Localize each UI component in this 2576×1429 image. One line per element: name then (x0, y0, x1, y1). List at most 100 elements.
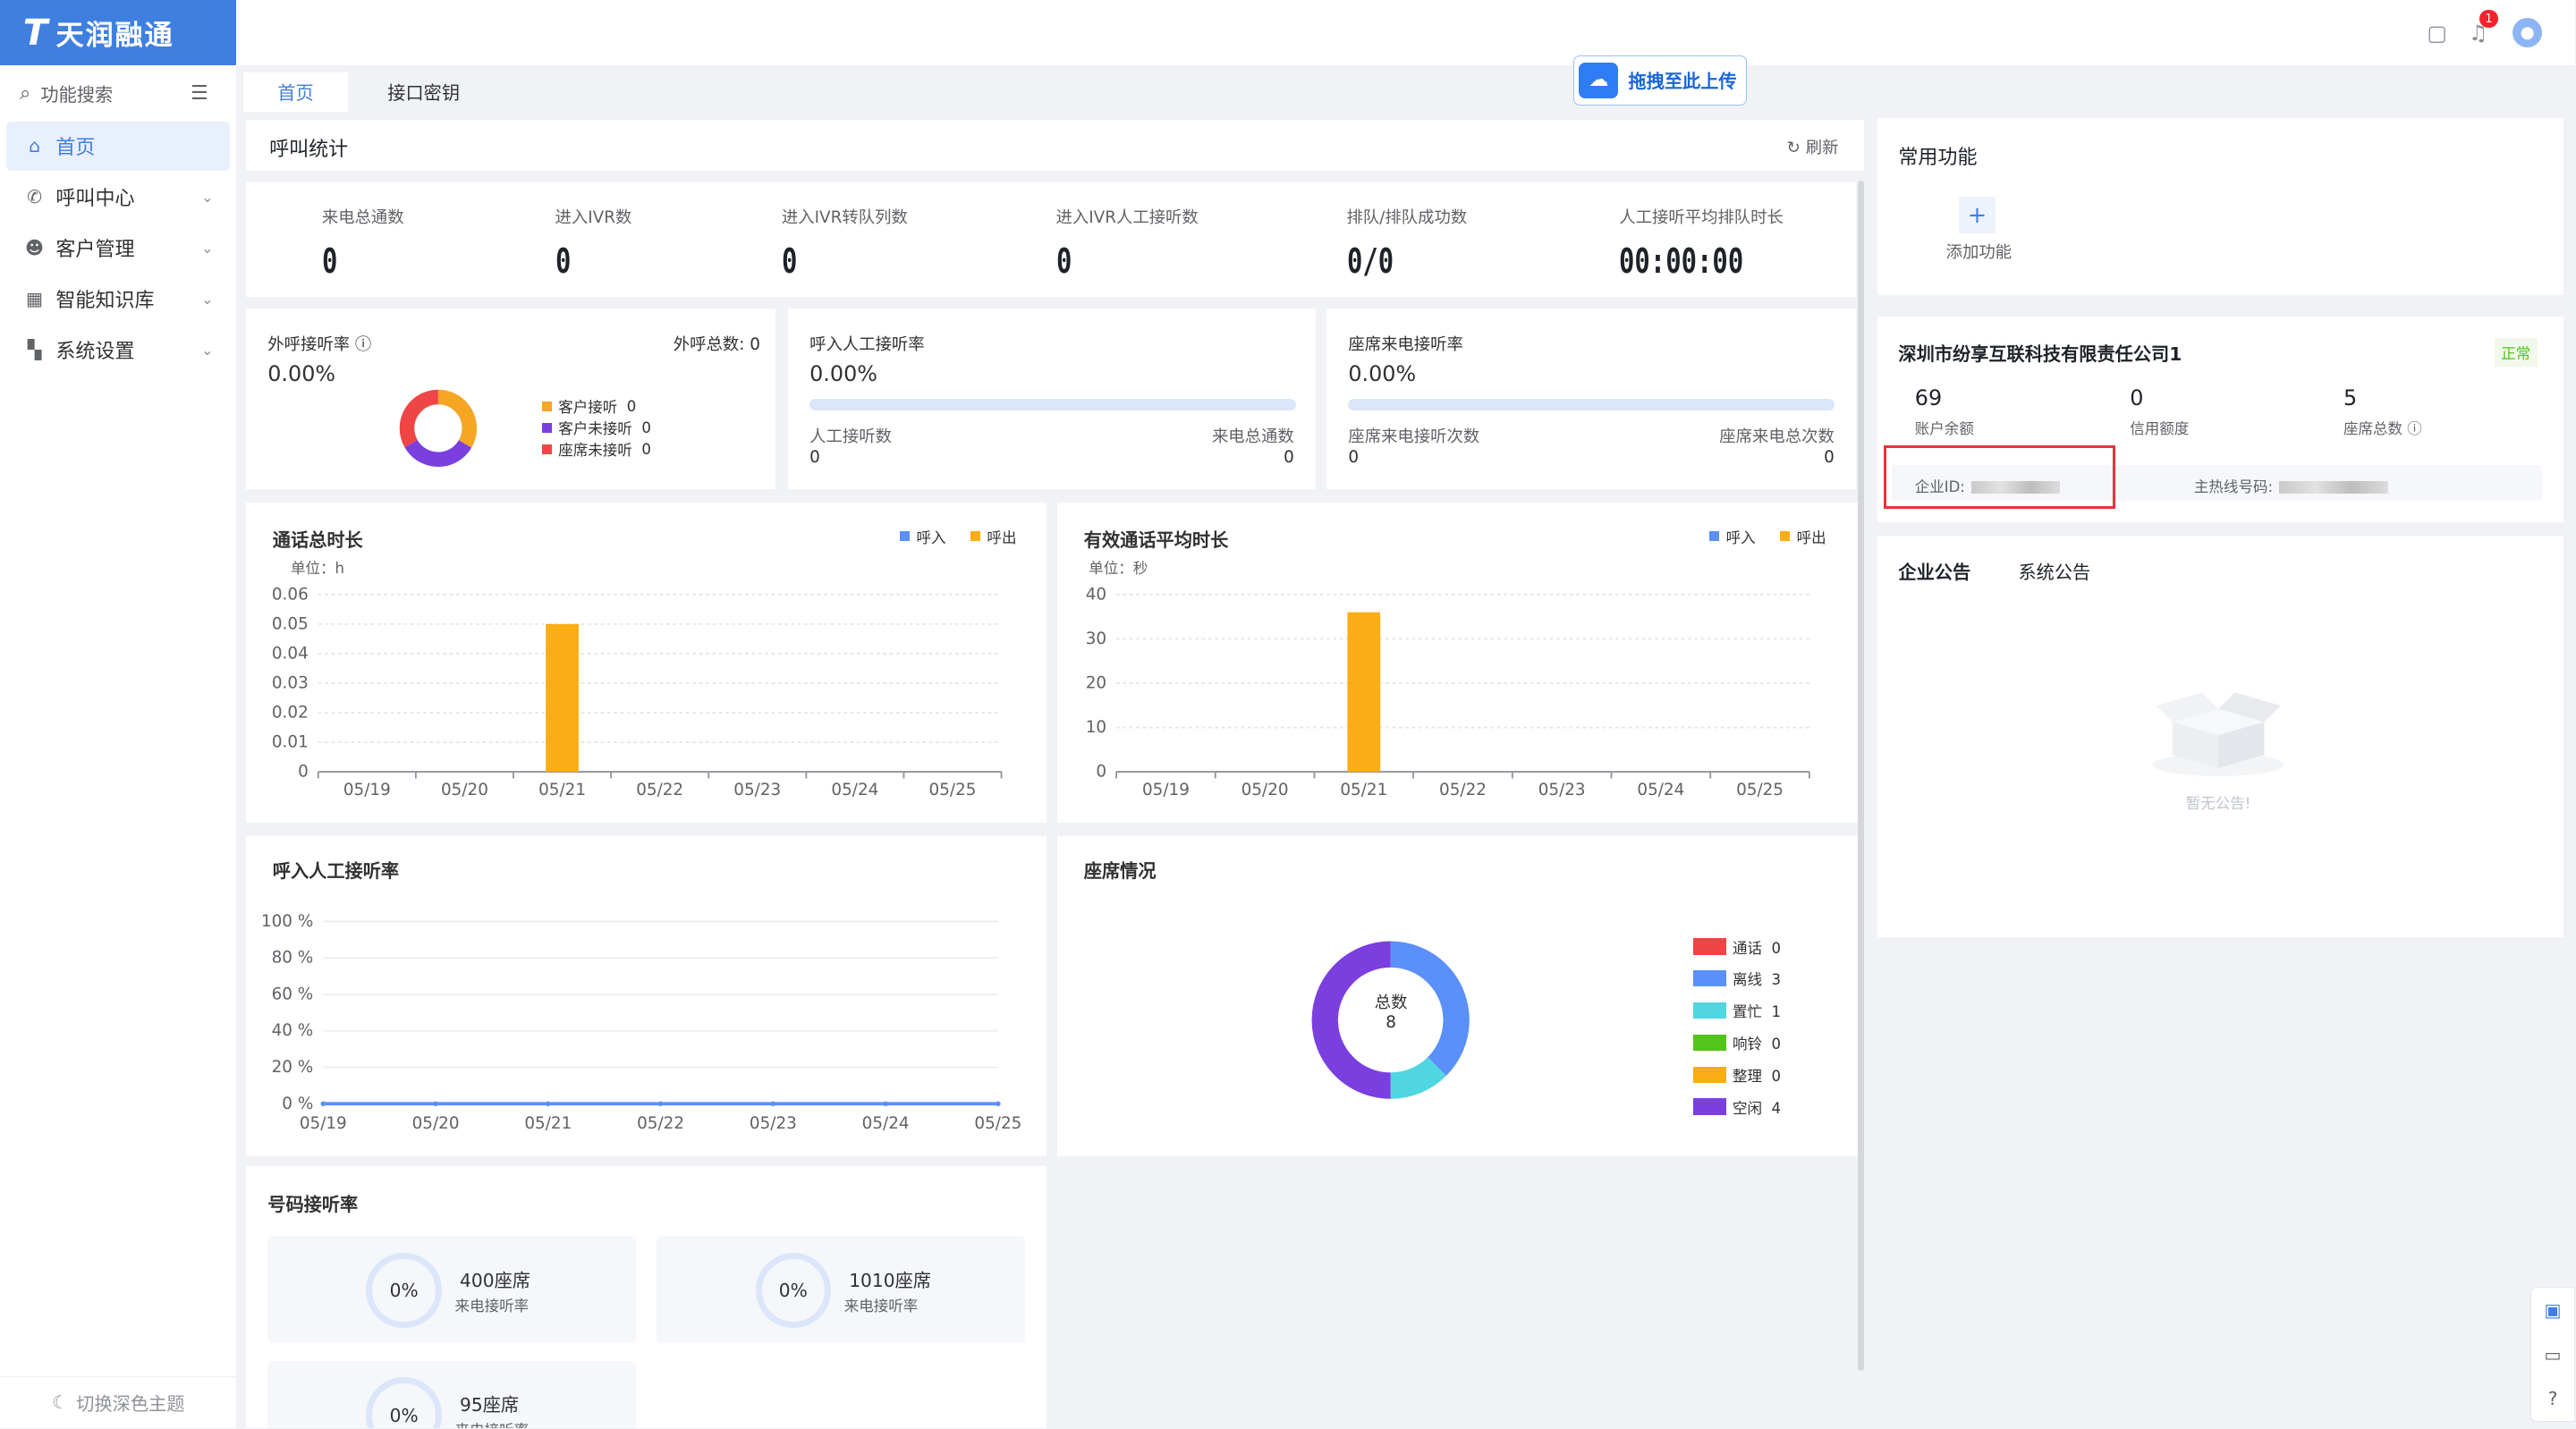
empty-text: 暂无公告! (2185, 794, 2251, 812)
users-icon: ☻ (25, 237, 45, 259)
seat-rate-value: 0.00% (1348, 360, 1417, 386)
inbound-rate-value: 0.00% (809, 360, 877, 386)
floating-toolbar: ▣ ▭ ? (2530, 1287, 2575, 1422)
y-tick-label: 100 % (261, 911, 313, 930)
theme-toggle-label: 切换深色主题 (76, 1392, 185, 1415)
logo-mark: T (22, 12, 50, 55)
x-tick-label: 05/25 (929, 781, 977, 799)
outbound-donut (400, 390, 478, 468)
number-rate-item: 0% 95座席来电接听率 (267, 1361, 636, 1429)
inbound-rate-bar (809, 399, 1296, 410)
sidebar-item-home[interactable]: ⌂ 首页 (6, 121, 231, 171)
tab-api-key[interactable]: 接口密钥 (365, 72, 483, 112)
avg-duration-chart: 0 10 20 30 40 05/19 05/20 05/21 05/22 05/23 05/24 0… (1086, 585, 1811, 799)
add-function-button[interactable]: + (1959, 197, 1996, 233)
credit-label: 信用额度 (2130, 420, 2190, 438)
number-name: 1010座席 (849, 1269, 931, 1291)
legend-label: 整理 0 (1732, 1067, 1782, 1085)
logo[interactable]: T 天润融通 (0, 0, 237, 66)
x-tick-label: 05/20 (1241, 781, 1289, 799)
sidebar-item-customers[interactable]: ☻ 客户管理 ⌄ (6, 224, 230, 273)
y-tick-label: 40 (1086, 585, 1106, 604)
x-tick-label: 05/19 (300, 1113, 347, 1132)
function-search[interactable]: ⌕ 功能搜索 (20, 79, 216, 108)
x-tick-label: 05/23 (734, 781, 782, 799)
calendar-icon[interactable]: ▢ (2420, 16, 2453, 49)
avg-duration-chart-card: 有效通话平均时长 单位：秒 呼入 呼出 0 10 20 30 40 05/19 05/20 0… (1057, 502, 1858, 823)
total-duration-chart-card: 通话总时长 单位：h 呼入 呼出 0 0.01 0.02 0.03 0.04 0.05 0.… (246, 502, 1046, 823)
x-tick-label: 05/19 (1142, 781, 1190, 799)
x-tick-label: 05/21 (1341, 781, 1388, 799)
refresh-button[interactable]: ↻ 刷新 (1787, 135, 1839, 158)
seats-value: 5 (2343, 385, 2358, 411)
logo-text: 天润融通 (55, 20, 174, 53)
legend-label: 响铃 0 (1732, 1035, 1782, 1053)
stat-value: 0 (781, 241, 798, 283)
y-tick-label: 0.05 (272, 614, 309, 633)
book-icon[interactable]: ▣ (2531, 1288, 2574, 1332)
bar (1347, 612, 1381, 772)
y-tick-label: 40 % (272, 1021, 314, 1040)
status-badge: 正常 (2494, 338, 2538, 367)
stat-value: 0 (1055, 241, 1072, 283)
sidebar-item-knowledge[interactable]: ▦ 智能知识库 ⌄ (6, 275, 230, 324)
chat-icon[interactable]: ▭ (2531, 1332, 2574, 1377)
company-card: 深圳市纷享互联科技有限责任公司1 正常 69 账户余额 0 信用额度 5 座席总… (1877, 317, 2563, 522)
stat-value: 0 (555, 241, 571, 283)
tab-system-notice[interactable]: 系统公告 (2018, 558, 2090, 584)
number-sub: 来电接听率 (454, 1297, 530, 1315)
common-functions-title: 常用功能 (1898, 146, 1978, 169)
x-tick-label: 05/24 (862, 1113, 910, 1132)
number-rate-item: 0% 400座席 来电接听率 (267, 1236, 636, 1343)
search-label: 功能搜索 (40, 84, 114, 106)
legend-item: 客户接听 0 (541, 395, 636, 417)
balance-label: 账户余额 (1914, 420, 1974, 438)
number-rate-title: 号码接听率 (267, 1194, 359, 1216)
number-name: 95座席 (460, 1394, 520, 1416)
stat-ivr-agent: 进入IVR人工接听数 0 (1056, 205, 1199, 282)
legend-label: 离线 3 (1732, 971, 1782, 989)
chevron-down-icon: ⌄ (200, 239, 214, 257)
outbound-total: 外呼总数: 0 (673, 334, 760, 354)
tab-home[interactable]: 首页 (242, 72, 349, 112)
legend-label: 通话 0 (1732, 939, 1782, 957)
outbound-rate-card: 外呼接听率 ⓘ 0.00% 外呼总数: 0 客户接听 0 客户未接听 0 座席未… (246, 309, 775, 490)
stat-label: 进入IVR数 (555, 208, 632, 228)
phone-icon: ✆ (27, 186, 43, 208)
drag-upload-button[interactable]: ☁ 拖拽至此上传 (1572, 55, 1748, 106)
number-sub: 来电接听率 (843, 1297, 919, 1315)
legend-item: 座席未接听 0 (541, 438, 651, 460)
stat-label: 排队/排队成功数 (1346, 208, 1468, 228)
legend-item: 置忙 1 (1692, 1000, 1781, 1021)
sidebar-item-settings[interactable]: ▚ 系统设置 ⌄ (6, 326, 230, 375)
stat-avg-queue-time: 人工接听平均排队时长 00:00:00 (1619, 205, 1785, 282)
hotline-number: 主热线号码: (2194, 475, 2388, 496)
search-icon: ⌕ (20, 82, 31, 106)
settings-grid-icon: ▚ (27, 339, 42, 361)
theme-toggle[interactable]: ☾ 切换深色主题 (0, 1375, 237, 1429)
agent-answered-label: 人工接听数 (809, 427, 892, 446)
info-icon: ⓘ (354, 334, 372, 354)
help-icon[interactable]: ? (2531, 1377, 2574, 1422)
legend-item: 通话 0 (1692, 936, 1782, 958)
y-tick-label: 0.04 (272, 644, 309, 663)
legend-item: 整理 0 (1692, 1064, 1782, 1086)
y-tick-label: 20 % (272, 1058, 314, 1077)
tab-company-notice[interactable]: 企业公告 (1898, 558, 1970, 584)
seat-rate-bar (1348, 399, 1835, 410)
outbound-rate-label: 外呼接听率 ⓘ (267, 334, 372, 354)
chevron-down-icon: ⌄ (200, 290, 214, 308)
x-tick-label: 05/19 (343, 781, 391, 799)
scrollbar[interactable] (1857, 180, 1864, 1372)
seat-answered-value: 0 (1348, 448, 1360, 468)
stat-ivr: 进入IVR数 0 (555, 205, 632, 282)
sidebar-item-call-center[interactable]: ✆ 呼叫中心 ⌄ (6, 173, 230, 222)
number-name: 400座席 (460, 1269, 530, 1291)
y-tick-label: 0.01 (272, 732, 309, 751)
collapse-menu-icon[interactable]: ☰ (191, 82, 208, 105)
top-bar (0, 0, 2575, 66)
legend-label: 空闲 4 (1732, 1099, 1782, 1117)
legend-swatch (1692, 1098, 1726, 1115)
legend-swatch (1692, 1002, 1726, 1019)
y-tick-label: 0.02 (272, 703, 309, 722)
